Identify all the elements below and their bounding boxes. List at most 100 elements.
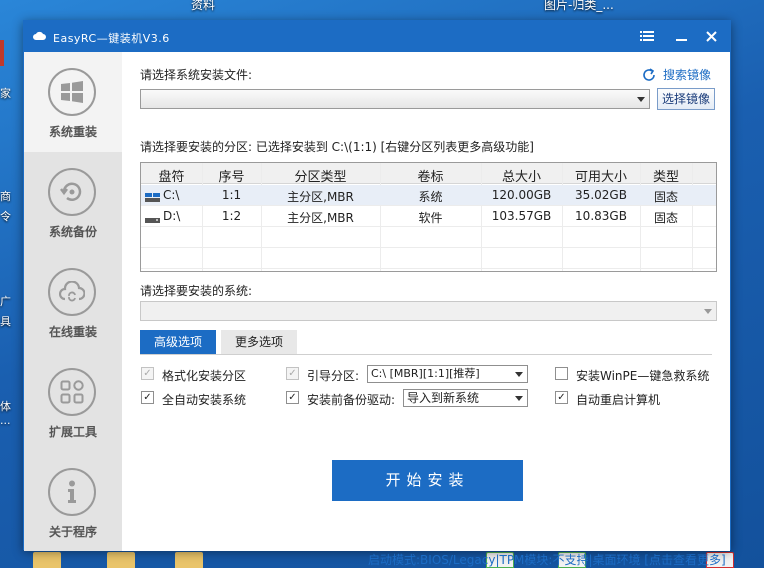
cell-media-type: 固态	[653, 190, 678, 204]
menu-button[interactable]	[634, 25, 660, 47]
col-header[interactable]: 序号	[202, 166, 261, 185]
reboot-label: 自动重启计算机	[576, 393, 661, 407]
table-row[interactable]: C:\ 1:1 主分区,MBR 系统 120.00GB 35.02GB 固态	[141, 185, 716, 206]
minimize-icon	[675, 39, 687, 41]
chevron-down-icon	[637, 97, 645, 102]
table-header: 盘符 序号 分区类型 卷标 总大小 可用大小 类型	[141, 163, 716, 185]
sidebar-item-label: 系统重装	[48, 125, 97, 139]
backup-driver-select[interactable]: 导入到新系统	[403, 389, 528, 407]
info-circle	[48, 468, 96, 516]
cell-drive: D:\	[145, 209, 202, 223]
cloud-logo-icon	[33, 31, 46, 40]
backup-driver-label: 安装前备份驱动:	[307, 393, 396, 407]
info-icon	[68, 480, 76, 503]
desktop-edge-text: 广	[0, 295, 11, 308]
chevron-down-icon	[515, 396, 523, 401]
title-bar[interactable]: EasyRC—键装机V3.6	[24, 21, 730, 52]
status-bar[interactable]: 启动模式:BIOS/Legacy|TPM模块:不支持|桌面环境 [点击查看更多]	[368, 551, 726, 568]
col-header[interactable]: 类型	[640, 166, 692, 185]
col-header[interactable]: 卷标	[380, 166, 481, 185]
sidebar-item-reinstall[interactable]: 系统重装	[24, 52, 122, 152]
folder-icon[interactable]	[33, 552, 61, 568]
drive-letter: D:\	[163, 209, 181, 223]
winpe-label: 安装WinPE—键急救系统	[576, 369, 710, 383]
desktop-edge-text: 令	[0, 210, 11, 223]
cell-drive: C:\	[145, 188, 202, 202]
system-label: 请选择要安装的系统:	[140, 284, 253, 298]
table-row[interactable]: D:\ 1:2 主分区,MBR 软件 103.57GB 10.83GB 固态	[141, 206, 716, 227]
auto-install-checkbox[interactable]: ✓	[141, 391, 154, 404]
desktop-edge-text: 家	[0, 87, 11, 100]
search-image-link[interactable]: 搜索镜像	[642, 66, 711, 83]
sidebar-item-about[interactable]: 关于程序	[24, 452, 122, 552]
image-file-select[interactable]	[140, 89, 650, 109]
system-drive-icon	[145, 191, 160, 202]
boot-checkbox[interactable]: ✓	[286, 367, 299, 380]
close-button[interactable]	[698, 25, 724, 47]
cell-free-size: 35.02GB	[575, 188, 627, 202]
table-row-empty	[141, 248, 716, 269]
desktop-edge-text: 具	[0, 315, 11, 328]
col-header[interactable]: 盘符	[141, 166, 202, 185]
cell-media-type: 固态	[653, 211, 678, 225]
apps-grid-icon	[60, 380, 84, 404]
sidebar-item-backup[interactable]: 系统备份	[24, 152, 122, 252]
desktop-label-tupian[interactable]: 图片-归类_...	[544, 0, 614, 13]
sidebar-item-online[interactable]: 在线重装	[24, 252, 122, 352]
desktop-icon-partial[interactable]	[0, 40, 4, 66]
cell-volume-label: 软件	[418, 211, 443, 225]
partition-label: 请选择要安装的分区: 已选择安装到 C:\(1:1) [右键分区列表更多高级功能…	[140, 140, 534, 154]
sidebar-item-label: 关于程序	[48, 525, 97, 539]
partition-table[interactable]: 盘符 序号 分区类型 卷标 总大小 可用大小 类型 C:\ 1:1 主分区,MB…	[140, 162, 717, 272]
search-image-label: 搜索镜像	[663, 68, 712, 82]
sidebar-item-tools[interactable]: 扩展工具	[24, 352, 122, 452]
cell-total-size: 120.00GB	[491, 188, 552, 202]
desktop-edge-text: 商	[0, 190, 11, 203]
menu-icon	[640, 31, 654, 41]
folder-icon[interactable]	[175, 552, 203, 568]
drive-letter: C:\	[163, 188, 180, 202]
window-title: EasyRC—键装机V3.6	[53, 32, 170, 45]
col-header[interactable]: 可用大小	[562, 166, 640, 185]
backup-icon	[60, 182, 82, 201]
format-label: 格式化安装分区	[162, 369, 247, 383]
drive-icon	[145, 212, 160, 223]
select-image-button[interactable]: 选择镜像	[657, 88, 715, 110]
boot-label: 引导分区:	[307, 369, 360, 383]
format-checkbox[interactable]: ✓	[141, 367, 154, 380]
boot-partition-value: C:\ [MBR][1:1][推荐]	[371, 367, 480, 380]
minimize-button[interactable]	[668, 25, 694, 47]
col-header[interactable]: 总大小	[481, 166, 562, 185]
start-install-button[interactable]: 开始安装	[332, 460, 523, 501]
tab-divider	[140, 354, 712, 355]
system-select[interactable]	[140, 301, 717, 321]
tab-more[interactable]: 更多选项	[221, 330, 297, 355]
cell-volume-label: 系统	[418, 190, 443, 204]
table-row-empty	[141, 227, 716, 248]
cloud-sync-icon	[59, 281, 85, 302]
sidebar: 系统重装 系统备份 在线重装 扩展工具 关于程序	[24, 52, 122, 551]
image-file-label: 请选择系统安装文件:	[140, 68, 253, 82]
backup-driver-checkbox[interactable]: ✓	[286, 391, 299, 404]
tab-advanced[interactable]: 高级选项	[140, 330, 216, 355]
desktop-edge-text: 体	[0, 400, 11, 413]
sidebar-item-label: 系统备份	[48, 225, 97, 239]
col-header[interactable]: 分区类型	[261, 166, 380, 185]
main-panel: 请选择系统安装文件: 搜索镜像 选择镜像 请选择要安装的分区: 已选择安装到 C…	[122, 52, 730, 567]
refresh-icon	[643, 67, 655, 81]
cell-index: 1:1	[221, 188, 242, 202]
chevron-down-icon	[704, 309, 712, 314]
sidebar-item-label: 扩展工具	[48, 425, 97, 439]
boot-partition-select[interactable]: C:\ [MBR][1:1][推荐]	[367, 365, 528, 383]
desktop-label-ziliao[interactable]: 资料	[191, 0, 215, 13]
winpe-checkbox[interactable]	[555, 367, 568, 380]
backup-circle	[48, 168, 96, 216]
grid-circle	[48, 368, 96, 416]
windows-logo-circle	[48, 68, 96, 116]
cloud-circle	[48, 268, 96, 316]
cell-free-size: 10.83GB	[575, 209, 627, 223]
folder-icon[interactable]	[107, 552, 135, 568]
reboot-checkbox[interactable]: ✓	[555, 391, 568, 404]
windows-logo-icon	[61, 81, 83, 103]
auto-install-label: 全自动安装系统	[162, 393, 247, 407]
